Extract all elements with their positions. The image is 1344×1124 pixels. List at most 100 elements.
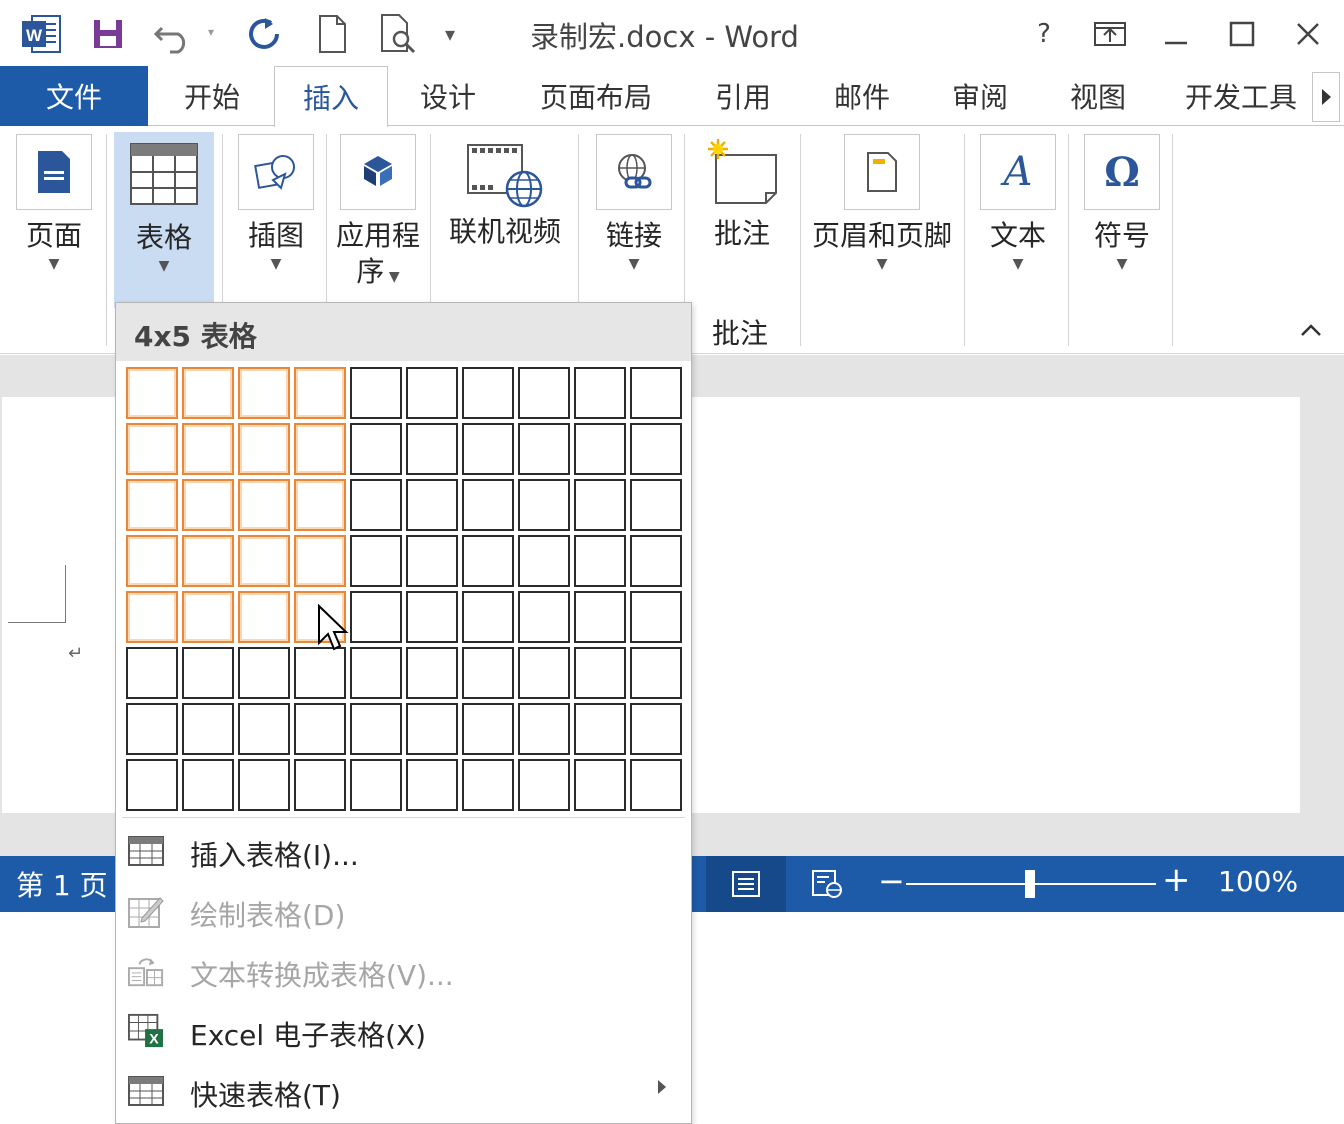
table-grid-cell[interactable] [630,647,682,699]
tab-design[interactable]: 设计 [398,66,498,126]
table-grid-cell[interactable] [574,535,626,587]
table-grid-cell-selected[interactable] [294,535,346,587]
table-grid-cell[interactable] [462,759,514,811]
table-grid-cell[interactable] [518,647,570,699]
table-grid-cell-selected[interactable] [294,423,346,475]
table-grid-cell[interactable] [350,591,402,643]
illustrations-button[interactable]: 插图 ▼ [228,130,324,272]
table-grid-cell-selected[interactable] [126,367,178,419]
tab-developer[interactable]: 开发工具 [1166,66,1316,126]
zoom-slider-thumb[interactable] [1025,870,1035,898]
table-grid-cell[interactable] [462,591,514,643]
table-grid-cell[interactable] [406,423,458,475]
table-grid-cell[interactable] [350,647,402,699]
close-icon[interactable] [1286,12,1330,56]
table-grid-cell[interactable] [350,759,402,811]
table-grid-cell[interactable] [406,367,458,419]
table-grid-cell[interactable] [462,423,514,475]
table-grid-cell-selected[interactable] [182,367,234,419]
table-grid-cell[interactable] [630,423,682,475]
undo-icon[interactable]: ▾ [150,10,220,58]
table-grid-cell[interactable] [518,535,570,587]
tab-view[interactable]: 视图 [1048,66,1148,126]
table-grid-cell[interactable] [182,647,234,699]
table-grid-cell[interactable] [406,535,458,587]
word-logo-icon[interactable]: W [18,10,66,58]
header-footer-button[interactable]: 页眉和页脚 ▼ [804,130,960,272]
maximize-icon[interactable] [1220,12,1264,56]
tab-mailings[interactable]: 邮件 [812,66,912,126]
table-grid-cell[interactable] [406,647,458,699]
links-button[interactable]: 链接 ▼ [586,130,682,272]
table-grid-cell-selected[interactable] [126,479,178,531]
table-grid-cell-selected[interactable] [182,535,234,587]
table-grid-cell[interactable] [518,759,570,811]
table-grid-cell[interactable] [406,479,458,531]
text-button[interactable]: A 文本 ▼ [970,130,1066,272]
table-grid-cell[interactable] [126,647,178,699]
table-grid-cell[interactable] [462,367,514,419]
help-button[interactable]: ? [1022,12,1066,56]
table-grid-cell-selected[interactable] [182,479,234,531]
table-grid-cell[interactable] [630,703,682,755]
symbols-button[interactable]: Ω 符号 ▼ [1074,130,1170,272]
minimize-icon[interactable] [1154,12,1198,56]
table-grid-cell-selected[interactable] [238,423,290,475]
online-video-button[interactable]: 联机视频 [440,130,570,250]
redo-icon[interactable] [242,10,286,58]
table-grid-cell[interactable] [574,367,626,419]
zoom-in-button[interactable]: + [1162,860,1191,900]
table-grid-cell[interactable] [238,759,290,811]
table-grid-cell[interactable] [462,479,514,531]
table-grid-cell[interactable] [462,703,514,755]
table-grid-cell-selected[interactable] [238,367,290,419]
table-grid-cell[interactable] [182,759,234,811]
table-grid-cell[interactable] [574,647,626,699]
table-grid-cell[interactable] [238,647,290,699]
table-grid-cell[interactable] [350,479,402,531]
tab-review[interactable]: 审阅 [930,66,1030,126]
table-grid-cell[interactable] [406,591,458,643]
print-layout-view-icon[interactable] [706,856,786,912]
table-grid-cell[interactable] [574,759,626,811]
page-number[interactable]: 第 1 页 [16,864,108,904]
quick-tables-menu-item[interactable]: 快速表格(T) [116,1061,691,1121]
table-grid-cell[interactable] [574,703,626,755]
save-icon[interactable] [86,10,130,58]
table-grid-cell[interactable] [630,535,682,587]
table-grid-cell-selected[interactable] [294,367,346,419]
new-document-icon[interactable] [310,10,354,58]
insert-table-menu-item[interactable]: 插入表格(I)... [116,821,691,881]
table-grid-cell[interactable] [518,703,570,755]
table-grid-cell[interactable] [350,367,402,419]
table-grid-cell-selected[interactable] [294,479,346,531]
tab-insert[interactable]: 插入 [274,66,388,127]
table-grid-cell-selected[interactable] [126,535,178,587]
table-grid-cell[interactable] [574,591,626,643]
table-grid-cell-selected[interactable] [182,591,234,643]
table-grid-cell[interactable] [574,423,626,475]
zoom-level[interactable]: 100% [1218,865,1298,898]
tab-page-layout[interactable]: 页面布局 [516,66,676,126]
table-grid-cell[interactable] [518,423,570,475]
table-grid-cell[interactable] [518,591,570,643]
page-button[interactable]: 页面 ▼ [4,130,104,272]
tab-references[interactable]: 引用 [694,66,792,126]
zoom-out-button[interactable]: − [878,862,905,900]
web-layout-view-icon[interactable] [806,864,848,904]
table-grid-cell[interactable] [126,703,178,755]
comment-button[interactable]: 批注 [694,130,790,252]
table-grid-cell[interactable] [630,759,682,811]
table-grid-cell-selected[interactable] [238,535,290,587]
ribbon-display-options-icon[interactable] [1088,12,1132,56]
table-grid-cell-selected[interactable] [238,591,290,643]
customize-toolbar-icon[interactable]: ▾ [436,10,464,58]
table-grid-cell[interactable] [630,367,682,419]
table-grid-cell[interactable] [350,423,402,475]
table-grid-cell[interactable] [294,759,346,811]
table-grid-cell-selected[interactable] [126,423,178,475]
draw-table-menu-item[interactable]: 绘制表格(D) [116,881,691,941]
table-grid-cell[interactable] [518,367,570,419]
table-grid-cell[interactable] [350,703,402,755]
table-grid-cell[interactable] [574,479,626,531]
